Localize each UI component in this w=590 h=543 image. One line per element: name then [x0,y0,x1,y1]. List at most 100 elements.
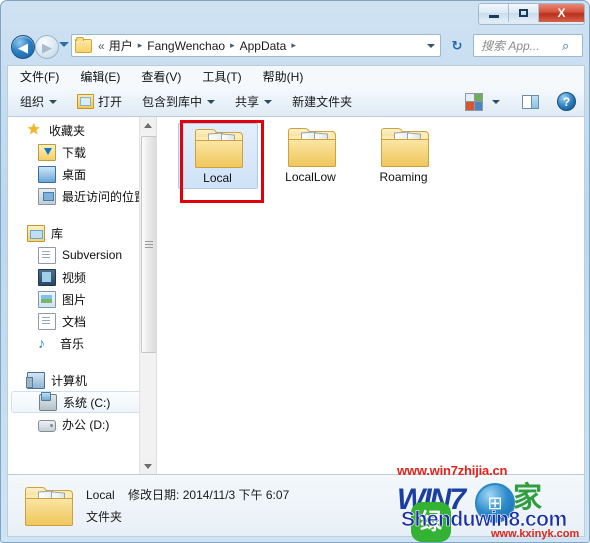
scrollbar-grip-icon [145,244,153,245]
organize-button[interactable]: 组织 [20,93,58,110]
sidebar-label: 图片 [62,292,87,307]
help-icon[interactable]: ? [557,92,576,111]
star-icon: ★ [27,120,41,138]
breadcrumb-segment-user[interactable]: FangWenchao [146,38,226,54]
chevron-down-icon [49,99,58,104]
sidebar-item-music[interactable]: ♪ 音乐 [8,332,156,354]
folder-front [380,139,429,167]
minimize-button[interactable] [479,4,509,22]
file-item-local[interactable]: Local [171,123,264,203]
search-placeholder: 搜索 App... [481,39,540,53]
breadcrumb-segment-users[interactable]: 用户 [108,36,134,55]
chevron-down-icon [264,99,273,104]
forward-button[interactable]: ▶ [35,35,59,59]
file-label: Local [203,171,232,185]
back-button[interactable]: ◀ [11,35,35,59]
library-icon [27,224,45,242]
menu-item-edit[interactable]: 编辑(E) [77,67,123,86]
scroll-down-button[interactable] [140,458,156,474]
menu-item-file[interactable]: 文件(F) [17,67,62,86]
sidebar-item-recent-places[interactable]: 最近访问的位置 [8,185,156,207]
sidebar-label: 计算机 [51,373,88,388]
toolbar: 组织 打开 包含到库中 共享 新建文件夹 ? [7,87,585,117]
folder-front [194,140,243,168]
new-folder-button[interactable]: 新建文件夹 [292,93,352,110]
file-item-roaming[interactable]: Roaming [357,123,450,203]
refresh-button[interactable]: ↻ [445,34,469,57]
navigation-pane: ★ 收藏夹 下载 桌面 最近访问的位置 库 Subversion 视频 图片 文… [8,117,156,474]
sidebar-item-system-drive[interactable]: 系统 (C:) [11,391,153,413]
file-label: Roaming [379,170,428,184]
sidebar-label: 下载 [62,145,87,160]
sidebar-item-favorites[interactable]: ★ 收藏夹 [8,119,156,141]
sidebar-item-computer[interactable]: 计算机 [8,369,156,391]
music-icon: ♪ [38,334,45,351]
change-view-icon[interactable] [465,92,483,111]
chevron-right-icon[interactable]: ▸ [138,40,143,51]
folder-icon [75,36,92,53]
sidebar-item-videos[interactable]: 视频 [8,266,156,288]
chevron-right-icon[interactable]: ▸ [291,40,296,51]
details-line-primary: Local 修改日期: 2014/11/3 下午 6:07 [86,486,289,503]
details-type: 文件夹 [86,510,123,524]
sidebar-label: 桌面 [62,167,87,182]
sidebar-item-pictures[interactable]: 图片 [8,288,156,310]
sidebar-item-libraries[interactable]: 库 [8,222,156,244]
computer-icon [26,371,45,389]
sidebar-item-subversion[interactable]: Subversion [8,244,156,266]
close-button[interactable]: X [539,4,584,22]
menu-item-help[interactable]: 帮助(H) [260,67,307,86]
minimize-icon [488,14,499,18]
download-icon [38,143,56,161]
chevron-up-icon [144,122,152,128]
share-button[interactable]: 共享 [235,93,273,110]
include-in-library-button[interactable]: 包含到库中 [142,93,216,110]
scrollbar-thumb[interactable] [141,136,156,353]
sidebar-label: 收藏夹 [49,123,86,138]
details-modified-value: 2014/11/3 下午 6:07 [182,488,290,502]
file-list[interactable]: Local LocalLow Roaming [157,117,584,474]
sidebar-label: 最近访问的位置 [62,189,147,204]
sidebar-item-office-drive[interactable]: 办公 (D:) [8,413,156,435]
recent-places-icon [38,187,56,205]
sidebar-scrollbar[interactable] [139,117,156,474]
open-button[interactable]: 打开 [77,93,122,110]
chevron-right-icon[interactable]: ▸ [230,40,235,51]
history-dropdown-icon[interactable] [59,42,69,47]
breadcrumb-overflow-icon[interactable]: « [98,39,105,53]
file-item-inner: LocalLow [271,123,351,187]
file-item-inner: Roaming [364,123,444,187]
view-cell [466,102,474,110]
scroll-up-button[interactable] [140,117,156,133]
menu-item-tools[interactable]: 工具(T) [199,67,244,86]
picture-icon [38,290,56,308]
breadcrumb[interactable]: « 用户 ▸ FangWenchao ▸ AppData ▸ [71,34,441,57]
sidebar-label: 视频 [62,270,87,285]
file-label: LocalLow [285,170,336,184]
search-icon: ⌕ [562,37,570,53]
search-input[interactable]: 搜索 App... ⌕ [473,34,583,57]
nav-group-libraries: 库 Subversion 视频 图片 文档 ♪ 音乐 [8,222,156,354]
organize-label: 组织 [20,95,45,109]
content-frame: ★ 收藏夹 下载 桌面 最近访问的位置 库 Subversion 视频 图片 文… [7,117,585,475]
sidebar-item-downloads[interactable]: 下载 [8,141,156,163]
nav-group-favorites: ★ 收藏夹 下载 桌面 最近访问的位置 [8,119,156,207]
document-icon [38,246,56,264]
menu-item-view[interactable]: 查看(V) [138,67,184,86]
nav-group-computer: 计算机 系统 (C:) 办公 (D:) [8,369,156,435]
details-text: Local 修改日期: 2014/11/3 下午 6:07 文件夹 [86,486,289,525]
sidebar-label: 系统 (C:) [63,395,111,410]
address-dropdown-icon[interactable] [427,44,435,48]
help-glyph: ? [562,94,571,109]
file-item-locallow[interactable]: LocalLow [264,123,357,203]
folder-front [287,139,336,167]
folder-icon [287,127,336,167]
sidebar-item-desktop[interactable]: 桌面 [8,163,156,185]
sidebar-item-documents[interactable]: 文档 [8,310,156,332]
file-item-inner: Local [177,123,258,189]
maximize-button[interactable] [509,4,539,22]
breadcrumb-segment-appdata[interactable]: AppData [239,38,288,54]
preview-pane-icon[interactable] [522,94,539,109]
view-dropdown-icon[interactable] [492,99,500,104]
forward-arrow-icon: ▶ [42,39,52,55]
